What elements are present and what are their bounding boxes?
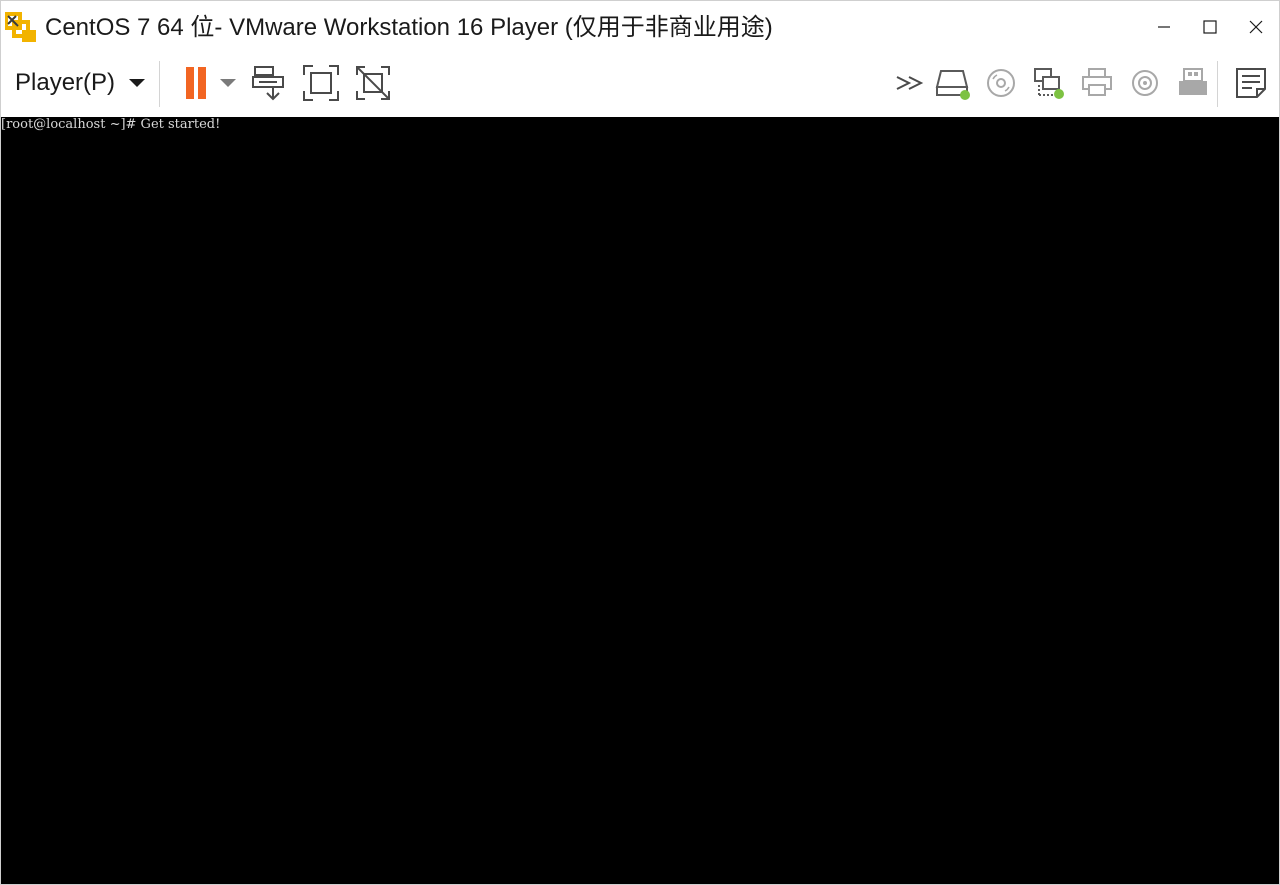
vmware-logo-icon [4, 11, 39, 45]
network-adapter-device[interactable] [1029, 63, 1069, 103]
fullscreen-button[interactable] [301, 63, 341, 103]
cd-dvd-device[interactable] [981, 63, 1021, 103]
minimize-icon [1158, 26, 1170, 28]
connected-status-icon [1054, 89, 1064, 99]
title-bar[interactable]: CentOS 7 64 位- VMware Workstation 16 Pla… [1, 1, 1279, 51]
connected-status-icon [960, 90, 970, 100]
close-button[interactable] [1233, 9, 1279, 45]
fullscreen-icon [303, 65, 339, 101]
chevron-down-icon [129, 79, 146, 87]
sound-card-device[interactable] [1125, 63, 1165, 103]
unity-button[interactable] [353, 63, 393, 103]
pause-options-button[interactable] [215, 63, 241, 103]
window-title: CentOS 7 64 位- VMware Workstation 16 Pla… [45, 14, 773, 41]
toolbar: Player(P) [1, 51, 1279, 116]
send-keys-icon [252, 66, 284, 101]
cd-icon [987, 69, 1015, 97]
printer-device[interactable] [1077, 63, 1117, 103]
player-menu-label: Player(P) [15, 69, 116, 96]
toolbar-separator [159, 61, 160, 107]
usb-device[interactable] [1173, 63, 1213, 103]
printer-icon [1082, 68, 1112, 96]
double-chevron-right-icon [896, 76, 924, 90]
vmware-player-window: CentOS 7 64 位- VMware Workstation 16 Pla… [0, 0, 1280, 885]
minimize-button[interactable] [1141, 9, 1187, 45]
usb-icon [1179, 68, 1207, 95]
pause-button[interactable] [173, 63, 213, 103]
more-devices-button[interactable] [891, 63, 931, 103]
unity-icon [356, 66, 390, 100]
network-adapter-icon [1034, 68, 1064, 99]
hard-disk-device[interactable] [933, 63, 973, 103]
maximize-icon [1203, 20, 1217, 34]
hard-disk-icon [935, 70, 970, 100]
console-prompt-line: [root@localhost ~]# Get started! [1, 117, 221, 132]
message-log-button[interactable] [1231, 63, 1271, 103]
toolbar-separator [1217, 61, 1218, 107]
close-icon [1249, 20, 1263, 34]
maximize-button[interactable] [1187, 9, 1233, 45]
pause-icon [186, 67, 206, 99]
message-log-icon [1236, 68, 1266, 98]
speaker-icon [1132, 70, 1158, 96]
send-ctrl-alt-del-button[interactable] [249, 63, 289, 103]
player-menu[interactable]: Player(P) [7, 65, 153, 101]
chevron-down-icon [220, 79, 236, 87]
vm-console[interactable]: [root@localhost ~]# Get started! [1, 117, 1279, 884]
